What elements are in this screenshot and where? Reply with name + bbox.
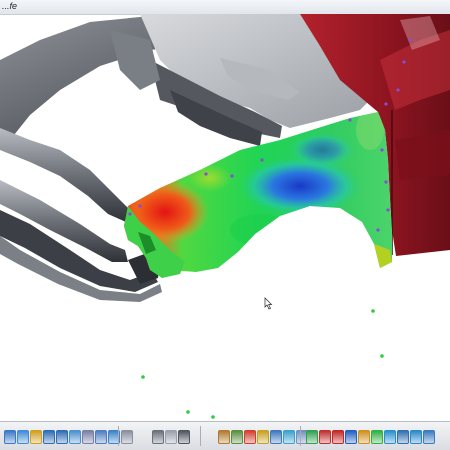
- bottom-toolbar: [0, 421, 450, 450]
- probe-icon[interactable]: [345, 430, 357, 444]
- color-map-icon[interactable]: [283, 430, 295, 444]
- grid-icon[interactable]: [231, 430, 243, 444]
- palette-icon[interactable]: [244, 430, 256, 444]
- rotate-icon[interactable]: [4, 430, 16, 444]
- report-icon[interactable]: [306, 430, 318, 444]
- car-icon[interactable]: [332, 430, 344, 444]
- toolbar-separator: [200, 426, 201, 446]
- cad-application-window: ...fe: [0, 0, 450, 450]
- toolbar-group-render-tools: [152, 428, 190, 444]
- iso-view-icon[interactable]: [95, 430, 107, 444]
- normal-view-icon[interactable]: [82, 430, 94, 444]
- zoom-out-icon[interactable]: [56, 430, 68, 444]
- arrow-pointer-icon: [264, 297, 273, 310]
- window-title: ...fe: [2, 1, 18, 11]
- settings-icon[interactable]: [397, 430, 409, 444]
- table-icon[interactable]: [371, 430, 383, 444]
- 3d-viewport[interactable]: [0, 14, 450, 421]
- model-scene[interactable]: [0, 14, 450, 421]
- window-icon[interactable]: [410, 430, 422, 444]
- pan-icon[interactable]: [17, 430, 29, 444]
- export-icon[interactable]: [319, 430, 331, 444]
- toolbar-separator: [118, 426, 119, 446]
- section-icon[interactable]: [121, 430, 133, 444]
- toolbar-separator: [300, 426, 301, 446]
- toolbar-group-output-tools: [306, 428, 435, 444]
- compass-icon[interactable]: [30, 430, 42, 444]
- window-title-bar: ...fe: [0, 0, 450, 15]
- scattered-measure-points: [141, 309, 384, 419]
- wireframe-icon[interactable]: [165, 430, 177, 444]
- chart-icon[interactable]: [384, 430, 396, 444]
- pencil-icon[interactable]: [358, 430, 370, 444]
- toolbar-group-analysis-tools: [218, 428, 308, 444]
- shading-icon[interactable]: [152, 430, 164, 444]
- magnifier-icon[interactable]: [218, 430, 230, 444]
- camera-icon[interactable]: [178, 430, 190, 444]
- fit-all-icon[interactable]: [69, 430, 81, 444]
- toolbar-group-view-tools: [4, 428, 133, 444]
- zoom-in-icon[interactable]: [43, 430, 55, 444]
- help-icon[interactable]: [423, 430, 435, 444]
- surface-icon[interactable]: [270, 430, 282, 444]
- measure-icon[interactable]: [257, 430, 269, 444]
